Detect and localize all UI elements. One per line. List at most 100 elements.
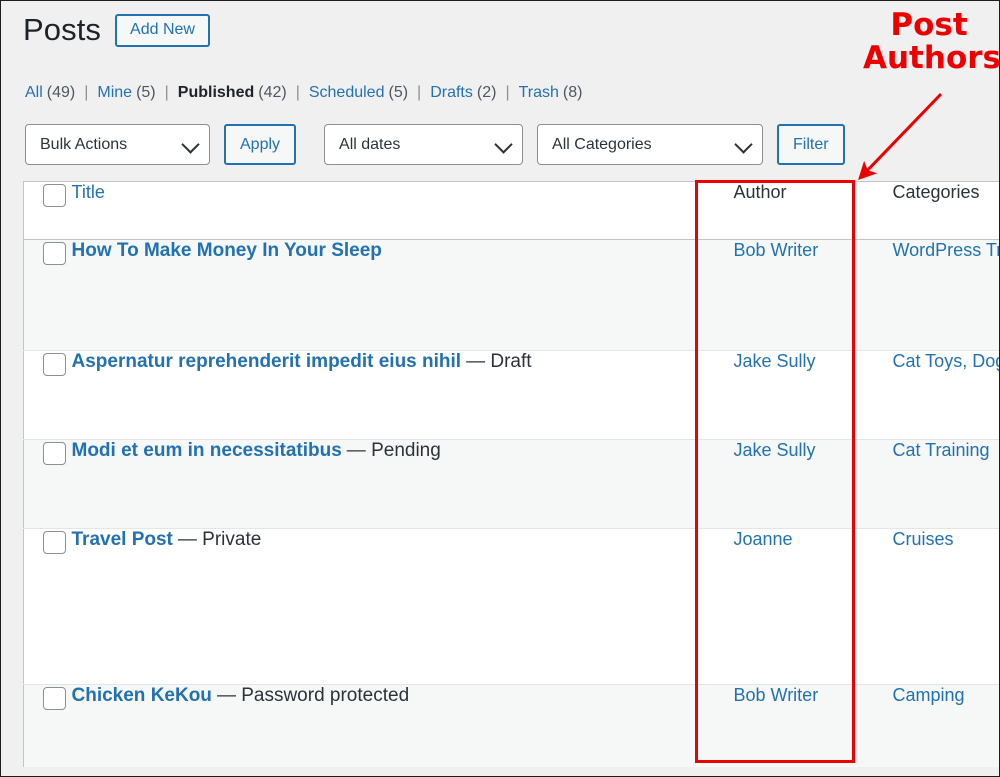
status-count-all: (49): [46, 84, 76, 101]
status-separator-3: |: [295, 84, 300, 101]
posts-table-head: Title Author Categories: [23, 181, 999, 240]
table-row[interactable]: Travel Post — Private Joanne Cruises: [23, 528, 999, 685]
post-category-link[interactable]: Cruises: [893, 529, 954, 549]
status-link-trash[interactable]: Trash: [519, 84, 559, 101]
admin-sidebar-gutter: [1, 1, 23, 776]
wordpress-posts-screen: Posts Add New All (49) | Mine (5) | Publis…: [0, 0, 1000, 777]
post-state-label: — Draft: [466, 351, 532, 372]
column-header-author: Author: [700, 181, 861, 240]
page-title: Posts: [23, 12, 102, 47]
date-filter-select[interactable]: All dates: [324, 124, 524, 165]
status-count-trash: (8): [562, 84, 583, 101]
status-link-scheduled-wrap: Scheduled (5): [309, 84, 408, 102]
status-separator-2: |: [164, 84, 169, 101]
row-categories-cell: Cruises: [860, 528, 999, 685]
post-status-filter-links: All (49) | Mine (5) | Published (42) | Sche…: [25, 84, 582, 102]
status-separator-4: |: [417, 84, 422, 101]
row-author-cell: Bob Writer: [700, 239, 861, 351]
status-link-drafts-wrap: Drafts (2): [430, 84, 496, 102]
post-author-link[interactable]: Jake Sully: [734, 351, 816, 371]
row-title-cell: Travel Post — Private: [71, 528, 701, 685]
row-title-cell: How To Make Money In Your Sleep: [71, 239, 701, 351]
post-author-link[interactable]: Bob Writer: [734, 685, 819, 705]
bulk-actions-value: Bulk Actions: [40, 135, 128, 153]
row-checkbox[interactable]: [43, 442, 66, 465]
column-header-categories: Categories: [860, 181, 999, 240]
page-header: Posts Add New: [23, 12, 210, 47]
status-link-drafts[interactable]: Drafts: [430, 84, 473, 101]
bulk-actions-select[interactable]: Bulk Actions: [25, 124, 210, 165]
post-title-link[interactable]: Chicken KeKou: [72, 685, 212, 706]
add-new-button[interactable]: Add New: [115, 13, 210, 47]
chevron-down-icon: [494, 134, 513, 154]
post-category-link[interactable]: Cat Training: [893, 440, 990, 460]
row-categories-cell: Camping: [861, 685, 1000, 767]
post-title-link[interactable]: Modi et eum in necessitatibus: [72, 440, 342, 461]
category-filter-value: All Categories: [552, 135, 652, 153]
post-title-link[interactable]: Travel Post: [72, 529, 173, 550]
row-categories-cell: Cat Toys, Dog: [860, 350, 1000, 440]
status-count-drafts: (2): [476, 84, 497, 101]
post-author-link[interactable]: Joanne: [734, 529, 793, 549]
status-link-scheduled[interactable]: Scheduled: [309, 84, 385, 101]
status-count-published: (42): [258, 84, 287, 101]
post-title-link[interactable]: Aspernatur reprehenderit impedit eius ni…: [72, 351, 462, 372]
status-link-all[interactable]: All: [25, 84, 43, 101]
row-select-cell: [23, 528, 72, 685]
row-select-cell: [24, 685, 72, 767]
post-state-label: — Private: [177, 529, 262, 550]
row-author-cell: Jake Sully: [700, 350, 861, 440]
status-link-all-wrap: All (49): [25, 84, 75, 102]
status-separator-1: |: [84, 84, 89, 101]
row-author-cell: Joanne: [700, 528, 861, 685]
status-count-scheduled: (5): [388, 84, 409, 101]
post-category-link[interactable]: Cat Toys, Dog: [893, 351, 1000, 371]
post-state-label: — Password protected: [216, 685, 410, 706]
annotation-label-line-1: Post: [890, 7, 968, 43]
select-all-checkbox[interactable]: [43, 184, 66, 207]
row-title-cell: Aspernatur reprehenderit impedit eius ni…: [71, 350, 701, 440]
column-header-title: Title: [71, 181, 701, 240]
table-navigation-toolbar: Bulk Actions Apply All dates All Categor…: [25, 124, 845, 165]
row-checkbox[interactable]: [43, 531, 66, 554]
status-link-mine[interactable]: Mine: [97, 84, 132, 101]
status-link-trash-wrap: Trash (8): [519, 84, 583, 102]
row-title-cell: Modi et eum in necessitatibus — Pending: [71, 439, 701, 529]
posts-table-body: How To Make Money In Your Sleep Bob Writ…: [23, 239, 1000, 767]
row-author-cell: Jake Sully: [700, 439, 861, 529]
status-link-published[interactable]: Published: [178, 84, 254, 101]
row-checkbox[interactable]: [43, 242, 66, 265]
chevron-down-icon: [181, 134, 200, 154]
row-categories-cell: Cat Training: [860, 439, 999, 529]
row-categories-cell: WordPress Tr: [860, 239, 1000, 351]
date-filter-value: All dates: [339, 135, 401, 153]
row-title-cell: Chicken KeKou — Password protected: [72, 685, 701, 767]
post-author-link[interactable]: Bob Writer: [734, 240, 819, 260]
category-filter-select[interactable]: All Categories: [537, 124, 764, 165]
row-select-cell: [23, 239, 72, 351]
post-category-link[interactable]: Camping: [893, 685, 965, 705]
status-link-mine-wrap: Mine (5): [97, 84, 155, 102]
select-all-header: [23, 181, 72, 240]
filter-button[interactable]: Filter: [777, 124, 845, 165]
annotation-arrow-icon: [858, 92, 943, 181]
status-count-mine: (5): [136, 84, 156, 101]
post-author-link[interactable]: Jake Sully: [734, 440, 816, 460]
row-select-cell: [23, 350, 72, 440]
table-row[interactable]: Modi et eum in necessitatibus — Pending …: [23, 439, 999, 529]
table-row[interactable]: How To Make Money In Your Sleep Bob Writ…: [23, 239, 1000, 351]
column-header-title-link[interactable]: Title: [72, 182, 105, 202]
status-link-published-wrap: Published (42): [178, 84, 287, 102]
table-header-row: Title Author Categories: [23, 181, 999, 240]
row-checkbox[interactable]: [43, 353, 66, 376]
chevron-down-icon: [734, 134, 753, 154]
row-checkbox[interactable]: [43, 687, 66, 710]
status-separator-5: |: [505, 84, 510, 101]
row-author-cell: Bob Writer: [701, 685, 861, 767]
apply-button[interactable]: Apply: [224, 124, 297, 165]
table-row[interactable]: Chicken KeKou — Password protected Bob W…: [23, 684, 1000, 767]
table-row[interactable]: Aspernatur reprehenderit impedit eius ni…: [23, 350, 1000, 440]
post-title-link[interactable]: How To Make Money In Your Sleep: [72, 240, 382, 261]
post-category-link[interactable]: WordPress Tr: [893, 240, 1000, 260]
posts-table: Title Author Categories How To Make Mone…: [23, 181, 1000, 767]
